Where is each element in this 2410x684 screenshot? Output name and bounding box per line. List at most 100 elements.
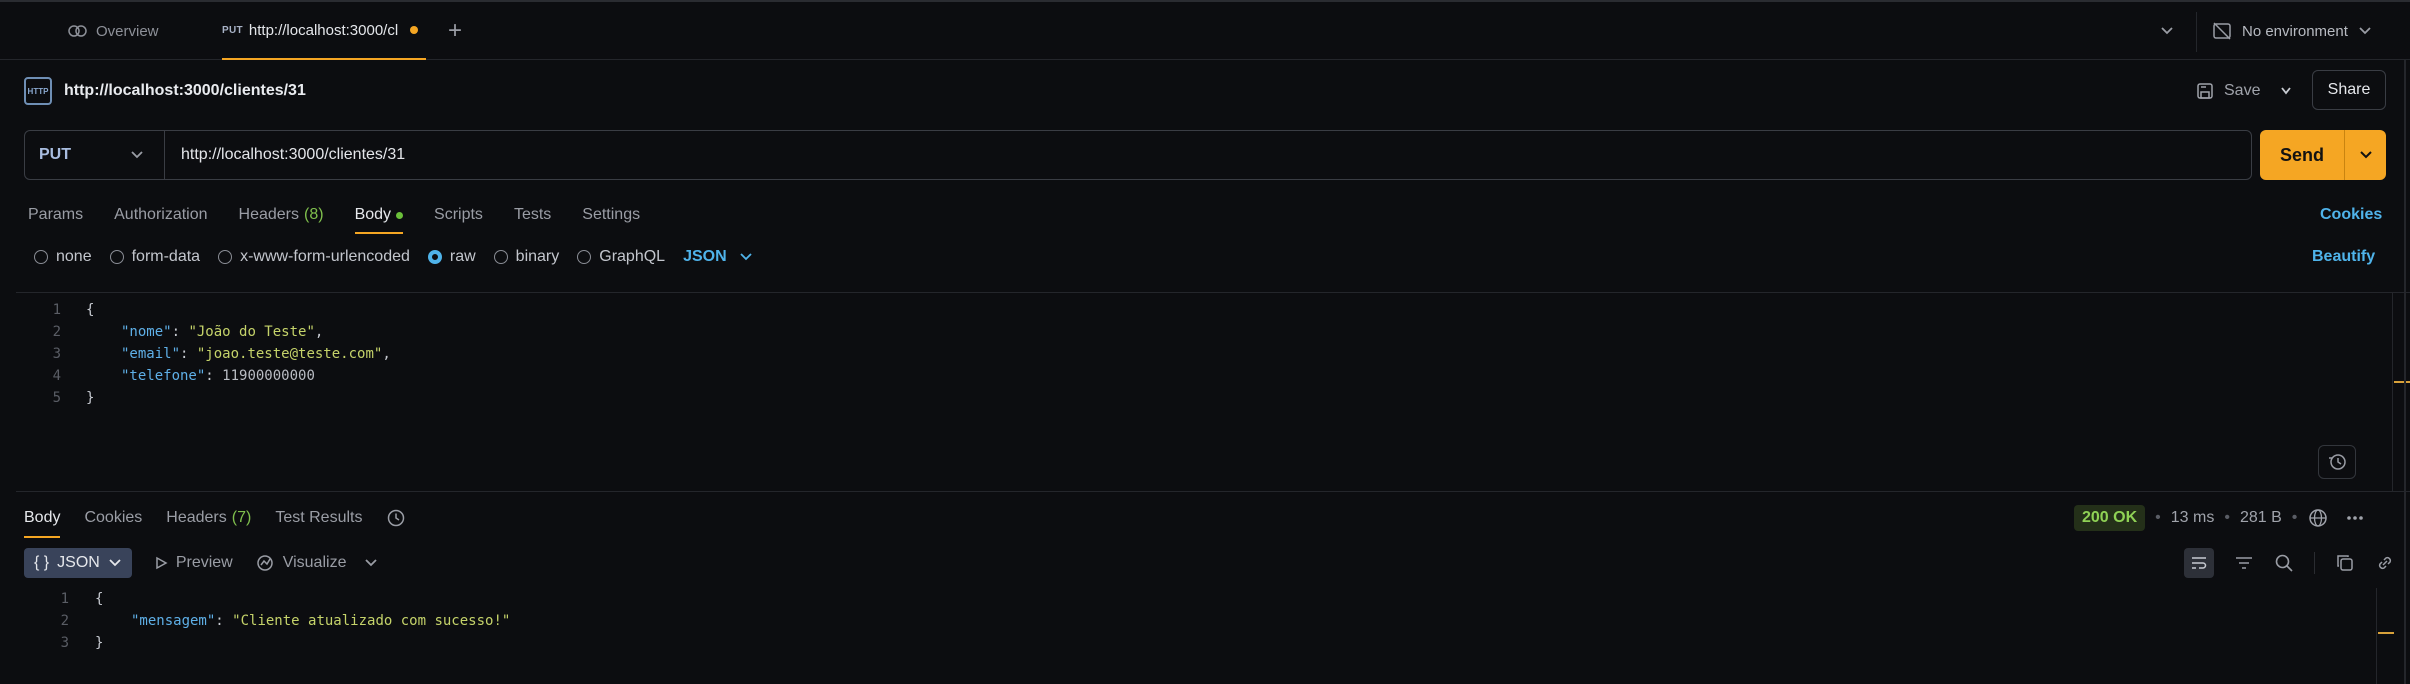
- radio-none[interactable]: none: [34, 248, 92, 266]
- link-icon[interactable]: [2375, 553, 2395, 573]
- chevron-down-icon[interactable]: [2270, 86, 2292, 96]
- radio-raw-label: raw: [449, 248, 476, 265]
- tab-settings[interactable]: Settings: [582, 196, 640, 234]
- search-icon[interactable]: [2274, 553, 2294, 573]
- editor-scrollbar[interactable]: [2392, 293, 2393, 491]
- share-button[interactable]: Share: [2312, 70, 2386, 110]
- code-line: 3 }: [24, 632, 104, 654]
- viewer-scrollbar[interactable]: [2376, 588, 2377, 684]
- json-sep: :: [180, 346, 197, 362]
- filter-icon[interactable]: [2234, 554, 2254, 572]
- response-tab-cookies[interactable]: Cookies: [84, 498, 142, 538]
- snippets-button[interactable]: [2318, 445, 2356, 479]
- response-tab-body-label: Body: [24, 509, 61, 526]
- visualize-label: Visualize: [282, 554, 347, 571]
- json-sep: :: [205, 368, 223, 384]
- tab-tests[interactable]: Tests: [514, 196, 551, 234]
- cookies-link[interactable]: Cookies: [2320, 206, 2382, 224]
- visualize-button[interactable]: Visualize: [255, 553, 379, 573]
- radio-urlencoded-label: x-www-form-urlencoded: [240, 248, 410, 265]
- scroll-marker: [2378, 632, 2394, 634]
- line-number: 1: [52, 302, 61, 318]
- radio-binary-label: binary: [515, 248, 560, 265]
- radio-circle: [218, 250, 233, 264]
- response-tools: [2184, 548, 2395, 578]
- json-key: "mensagem": [131, 613, 216, 629]
- tab-method-badge: PUT: [222, 24, 243, 36]
- radio-urlencoded[interactable]: x-www-form-urlencoded: [218, 248, 410, 266]
- snippet-icon: [2329, 454, 2346, 470]
- tab-params[interactable]: Params: [28, 196, 83, 234]
- tab-authorization[interactable]: Authorization: [114, 196, 207, 234]
- method-value: PUT: [39, 146, 71, 163]
- radio-form-data[interactable]: form-data: [109, 248, 200, 266]
- request-body-editor[interactable]: 1 { 2 "nome": "João do Teste", 3 "email"…: [16, 292, 2410, 492]
- chevron-down-icon: [109, 559, 121, 567]
- preview-button[interactable]: Preview: [154, 554, 233, 572]
- save-button[interactable]: Save: [2196, 74, 2292, 108]
- tab-headers[interactable]: Headers (8): [239, 196, 324, 234]
- response-size[interactable]: 281 B: [2240, 509, 2282, 527]
- response-tab-headers[interactable]: Headers (7): [166, 498, 251, 538]
- response-tab-cookies-label: Cookies: [84, 509, 143, 526]
- code-text: "telefone": 11900000000: [61, 368, 315, 384]
- response-format-select[interactable]: { } JSON: [24, 548, 132, 578]
- window-edge: [2404, 60, 2406, 684]
- json-string: "Cliente atualizado com sucesso!": [232, 613, 511, 629]
- globe-icon[interactable]: [2307, 507, 2329, 529]
- history-icon: [388, 509, 405, 527]
- no-environment-icon: [2213, 22, 2231, 40]
- preview-label: Preview: [175, 554, 233, 571]
- chevron-down-icon: [2359, 151, 2372, 159]
- url-input[interactable]: http://localhost:3000/clientes/31: [165, 146, 405, 164]
- send-button[interactable]: Send: [2260, 130, 2386, 180]
- tab-request-label: http://localhost:3000/cl: [248, 21, 399, 39]
- response-history-button[interactable]: [386, 498, 406, 538]
- method-select[interactable]: PUT: [25, 131, 165, 179]
- response-tab-test-results[interactable]: Test Results: [275, 498, 362, 538]
- headers-count: (8): [304, 206, 324, 223]
- response-tab-body[interactable]: Body: [24, 498, 61, 538]
- json-string: "João do Teste": [188, 324, 315, 340]
- chevron-down-icon[interactable]: [354, 558, 378, 568]
- response-toolbar: { } JSON Preview Visualize: [24, 548, 378, 578]
- radio-graphql[interactable]: GraphQL: [577, 248, 665, 266]
- request-header: HTTP http://localhost:3000/clientes/31: [24, 74, 306, 108]
- unsaved-indicator: [410, 26, 419, 34]
- response-format-value: JSON: [57, 554, 100, 571]
- radio-binary[interactable]: binary: [493, 248, 560, 266]
- scroll-marker: [2394, 381, 2410, 383]
- code-line: 5 }: [16, 387, 95, 409]
- wrap-lines-button[interactable]: [2184, 548, 2214, 578]
- chevron-down-icon: [740, 253, 752, 261]
- divider: [2314, 552, 2315, 574]
- status-badge[interactable]: 200 OK: [2074, 505, 2146, 531]
- tab-overview[interactable]: Overview: [68, 2, 159, 60]
- request-title[interactable]: http://localhost:3000/clientes/31: [64, 82, 306, 100]
- new-tab-button[interactable]: +: [448, 2, 462, 60]
- response-body-viewer[interactable]: 1 { 2 "mensagem": "Cliente atualizado co…: [24, 588, 2410, 684]
- tab-scripts[interactable]: Scripts: [434, 196, 483, 234]
- radio-circle: [109, 250, 124, 264]
- radio-raw[interactable]: raw: [427, 248, 476, 266]
- code-line: 1 {: [24, 588, 104, 610]
- send-options-button[interactable]: [2345, 147, 2386, 163]
- tab-request[interactable]: PUT http://localhost:3000/cl: [222, 2, 426, 60]
- beautify-button[interactable]: Beautify: [2312, 248, 2375, 266]
- response-tab-test-results-label: Test Results: [275, 509, 363, 526]
- copy-icon[interactable]: [2335, 553, 2355, 573]
- radio-circle: [577, 250, 592, 264]
- response-time[interactable]: 13 ms: [2171, 509, 2215, 527]
- json-comma: ,: [382, 346, 391, 362]
- plus-icon: +: [448, 17, 463, 44]
- overview-icon: [68, 25, 87, 37]
- tab-body[interactable]: Body: [354, 196, 404, 234]
- braces-icon: { }: [34, 554, 50, 571]
- environment-selector[interactable]: No environment: [2212, 2, 2372, 60]
- line-number: 3: [60, 635, 69, 651]
- response-headers-count: (7): [231, 509, 252, 526]
- more-options-icon[interactable]: [2339, 507, 2369, 529]
- body-format-select[interactable]: JSON: [683, 248, 753, 266]
- tab-body-label: Body: [354, 206, 392, 223]
- tabs-dropdown-button[interactable]: [2160, 2, 2174, 60]
